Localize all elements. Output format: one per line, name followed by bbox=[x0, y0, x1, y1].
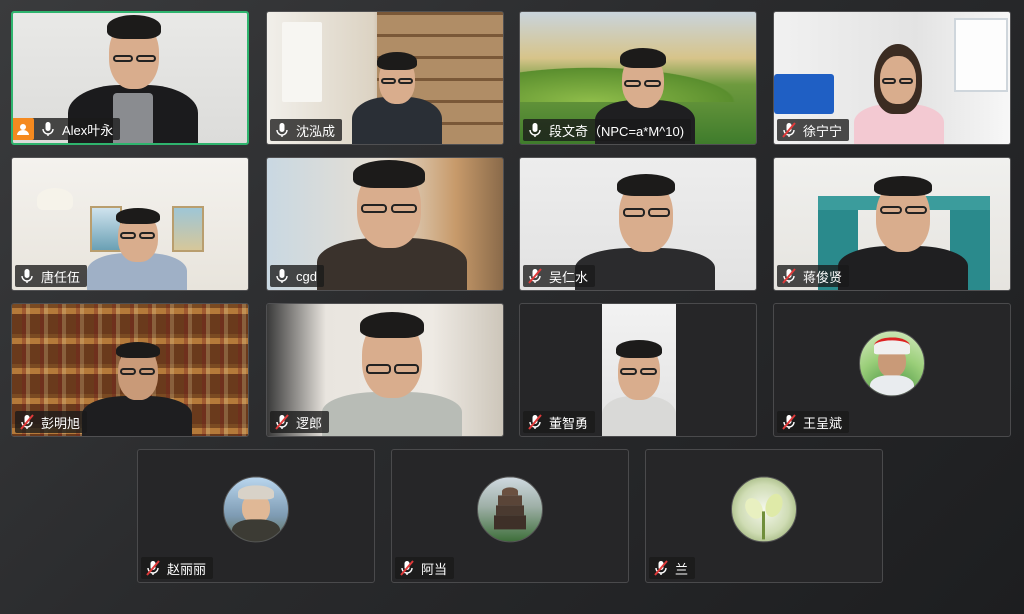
microphone-icon bbox=[21, 269, 33, 283]
participant-label: 兰 bbox=[649, 557, 696, 579]
video-tile-tang[interactable]: 唐任伍 bbox=[11, 157, 249, 291]
participant-video bbox=[838, 172, 968, 290]
avatar bbox=[223, 476, 289, 543]
video-tile-adang[interactable]: 阿当 bbox=[391, 449, 629, 583]
sofa-background bbox=[774, 74, 834, 114]
participant-video bbox=[322, 312, 462, 436]
video-tile-zhao[interactable]: 赵丽丽 bbox=[137, 449, 375, 583]
microphone-icon bbox=[42, 122, 54, 136]
participant-name: 王呈斌 bbox=[803, 415, 843, 431]
participant-video bbox=[347, 42, 447, 144]
microphone-muted-icon bbox=[275, 414, 289, 430]
avatar bbox=[477, 476, 543, 543]
participant-label: 董智勇 bbox=[523, 411, 596, 433]
video-tile-dong[interactable]: 董智勇 bbox=[519, 303, 757, 437]
microphone-muted-icon bbox=[528, 268, 542, 284]
avatar bbox=[731, 476, 797, 543]
microphone-muted-icon bbox=[528, 414, 542, 430]
participant-label: 吴仁水 bbox=[523, 265, 596, 287]
participant-video bbox=[82, 198, 192, 290]
video-tile-lu[interactable]: 逻郎 bbox=[266, 303, 504, 437]
participant-label: 王呈斌 bbox=[777, 411, 850, 433]
participant-name: 逻郎 bbox=[296, 415, 323, 431]
video-tile-xu[interactable]: 徐宁宁 bbox=[773, 11, 1011, 145]
participant-name: 段文奇（NPC=a*M^10) bbox=[549, 123, 685, 139]
participant-name: 蒋俊贤 bbox=[803, 269, 843, 285]
participant-name: 彭明旭 bbox=[41, 415, 81, 431]
microphone-muted-icon bbox=[782, 414, 796, 430]
video-tile-alex[interactable]: Alex叶永 bbox=[11, 11, 249, 145]
microphone-muted-icon bbox=[146, 560, 160, 576]
video-tile-shen[interactable]: 沈泓成 bbox=[266, 11, 504, 145]
participant-label: 段文奇（NPC=a*M^10) bbox=[523, 119, 692, 141]
participant-video bbox=[844, 40, 954, 144]
participant-name: 兰 bbox=[675, 561, 689, 577]
participant-label: cgd bbox=[270, 265, 324, 287]
participant-video bbox=[575, 168, 715, 290]
video-tile-wang[interactable]: 王呈斌 bbox=[773, 303, 1011, 437]
video-tile-jiang[interactable]: 蒋俊贤 bbox=[773, 157, 1011, 291]
microphone-muted-icon bbox=[782, 268, 796, 284]
microphone-muted-icon bbox=[20, 414, 34, 430]
video-tile-wu[interactable]: 吴仁水 bbox=[519, 157, 757, 291]
participant-label: 蒋俊贤 bbox=[777, 265, 850, 287]
participant-label: 逻郎 bbox=[270, 411, 330, 433]
participant-video bbox=[82, 340, 192, 436]
video-tile-peng[interactable]: 彭明旭 bbox=[11, 303, 249, 437]
participant-label: 赵丽丽 bbox=[141, 557, 214, 579]
participant-name: 徐宁宁 bbox=[803, 123, 843, 139]
participant-label: 徐宁宁 bbox=[777, 119, 850, 141]
participant-name: 沈泓成 bbox=[296, 123, 336, 139]
video-tile-cgd[interactable]: cgd bbox=[266, 157, 504, 291]
microphone-icon bbox=[276, 123, 288, 137]
participant-video bbox=[307, 158, 477, 290]
microphone-muted-icon bbox=[654, 560, 668, 576]
microphone-icon bbox=[529, 123, 541, 137]
participant-name: Alex叶永 bbox=[62, 122, 114, 138]
participant-label: 唐任伍 bbox=[15, 265, 88, 287]
host-user-icon bbox=[13, 118, 34, 140]
participant-name: 董智勇 bbox=[549, 415, 589, 431]
participant-label: 彭明旭 bbox=[15, 411, 88, 433]
participant-name: 唐任伍 bbox=[41, 269, 81, 285]
video-tile-lan[interactable]: 兰 bbox=[645, 449, 883, 583]
participant-name: cgd bbox=[296, 268, 317, 284]
participant-label: 阿当 bbox=[395, 557, 455, 579]
participant-name: 赵丽丽 bbox=[167, 561, 207, 577]
participant-label: 沈泓成 bbox=[270, 119, 343, 141]
participant-name: 阿当 bbox=[421, 561, 448, 577]
participant-name: 吴仁水 bbox=[549, 269, 589, 285]
video-tile-duan[interactable]: 段文奇（NPC=a*M^10) bbox=[519, 11, 757, 145]
microphone-muted-icon bbox=[782, 122, 796, 138]
avatar bbox=[859, 330, 925, 397]
microphone-muted-icon bbox=[400, 560, 414, 576]
microphone-icon bbox=[276, 269, 288, 283]
participant-video bbox=[602, 304, 676, 436]
participant-label: Alex叶永 bbox=[13, 118, 121, 140]
